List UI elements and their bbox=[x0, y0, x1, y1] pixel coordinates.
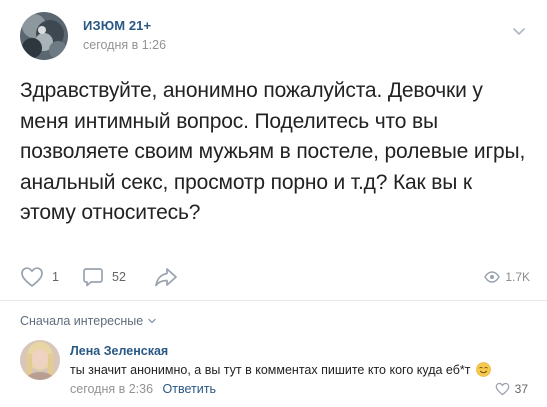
views-count: 1.7K bbox=[505, 270, 530, 284]
smiling-face-emoji bbox=[476, 362, 491, 377]
comment-bubble-icon bbox=[83, 268, 103, 287]
reply-button[interactable]: Ответить bbox=[163, 382, 216, 396]
heart-icon bbox=[21, 267, 43, 287]
comment-button[interactable]: 52 bbox=[82, 262, 126, 292]
comment-text: ты значит анонимно, а вы тут в комментах… bbox=[70, 362, 491, 377]
chevron-down-icon[interactable] bbox=[510, 22, 528, 40]
post-actions: 1 52 1.7K bbox=[20, 262, 530, 292]
avatar[interactable] bbox=[20, 340, 60, 380]
heart-icon bbox=[495, 382, 510, 396]
sort-label: Сначала интересные bbox=[20, 314, 144, 328]
comment-author[interactable]: Лена Зеленская bbox=[70, 344, 168, 358]
like-button[interactable]: 1 bbox=[20, 262, 59, 292]
share-button[interactable] bbox=[154, 262, 178, 292]
group-avatar[interactable] bbox=[20, 12, 68, 60]
chevron-down-icon bbox=[148, 318, 156, 324]
comment-count: 52 bbox=[112, 270, 126, 284]
eye-icon bbox=[484, 271, 501, 283]
like-count: 1 bbox=[52, 270, 59, 284]
post-text: Здравствуйте, анонимно пожалуйста. Девоч… bbox=[20, 79, 526, 224]
comment-meta: сегодня в 2:36 Ответить bbox=[70, 382, 216, 396]
views-counter: 1.7K bbox=[484, 262, 530, 292]
divider bbox=[0, 300, 547, 301]
comment-like-count: 37 bbox=[514, 382, 528, 396]
post-time[interactable]: сегодня в 1:26 bbox=[83, 38, 166, 52]
comment-like-button[interactable]: 37 bbox=[495, 382, 528, 396]
group-name[interactable]: ИЗЮМ 21+ bbox=[83, 18, 151, 33]
comment-item: Лена Зеленская ты значит анонимно, а вы … bbox=[20, 340, 530, 400]
comments-sort-dropdown[interactable]: Сначала интересные bbox=[20, 314, 157, 328]
post-header: ИЗЮМ 21+ сегодня в 1:26 bbox=[20, 12, 530, 60]
share-arrow-icon bbox=[155, 268, 177, 287]
comment-time[interactable]: сегодня в 2:36 bbox=[70, 382, 153, 396]
